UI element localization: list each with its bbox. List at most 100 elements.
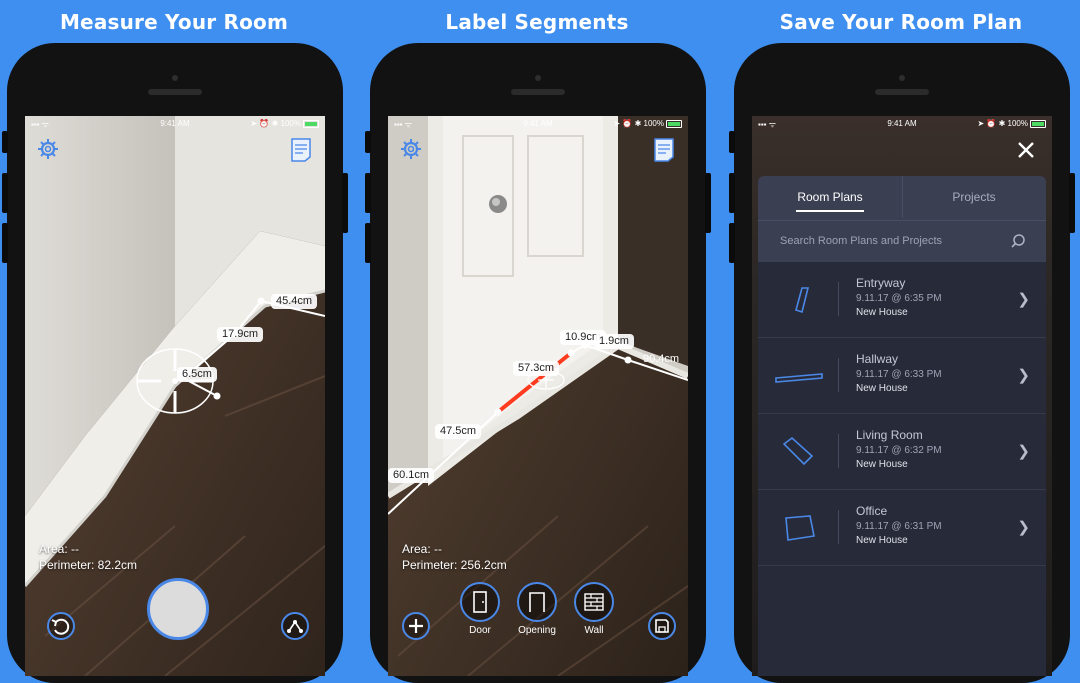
volume-down-button — [365, 223, 371, 263]
status-bar: ▪▪▪ ᯤ 9:41 AM ➤ ⏰ ✱ 100% — [388, 116, 688, 130]
battery-percent: 100% — [643, 119, 664, 128]
notes-icon[interactable] — [291, 138, 311, 167]
plan-location: New House — [856, 459, 908, 470]
tab-projects[interactable]: Projects — [902, 176, 1046, 218]
status-bar: ▪▪▪ ᯤ 9:41 AM ➤ ⏰ ✱ 100% — [752, 116, 1052, 130]
plan-name: Living Room — [856, 428, 923, 442]
segment-label-5[interactable]: 47.5cm — [435, 424, 482, 439]
measure-label-3[interactable]: 6.5cm — [177, 367, 217, 382]
floorplan-thumbnail-icon — [782, 436, 814, 466]
shutter-button[interactable] — [147, 578, 209, 640]
plan-location: New House — [856, 307, 908, 318]
battery-icon — [303, 119, 319, 128]
close-icon[interactable] — [1016, 140, 1036, 165]
measure-label-2[interactable]: 17.9cm — [217, 327, 264, 342]
phone-label: ▪▪▪ ᯤ 9:41 AM ➤ ⏰ ✱ 100% 10.9cm 1.9cm 90… — [365, 43, 711, 683]
area-readout: Area: -- — [402, 542, 443, 556]
segment-label-4[interactable]: 57.3cm — [513, 361, 560, 376]
opening-tool-label: Opening — [518, 625, 556, 636]
room-plan-row-living-room[interactable]: Living Room 9.11.17 @ 6:32 PM New House … — [758, 414, 1046, 490]
earpiece — [511, 89, 565, 95]
room-plan-list: Entryway 9.11.17 @ 6:35 PM New House ❯ H… — [758, 262, 1046, 676]
mute-switch — [365, 131, 371, 153]
volume-down-button — [729, 223, 735, 263]
earpiece — [875, 89, 929, 95]
power-button — [342, 173, 348, 233]
plan-date: 9.11.17 @ 6:33 PM — [856, 369, 942, 380]
panel-title-measure: Measure Your Room — [59, 10, 289, 34]
volume-down-button — [2, 223, 8, 263]
plan-name: Hallway — [856, 352, 899, 366]
door-tool-button[interactable]: Door — [450, 582, 510, 636]
floorplan-thumbnail-icon — [785, 515, 815, 541]
volume-up-button — [365, 173, 371, 213]
battery-icon — [666, 119, 682, 128]
search-icon[interactable] — [1010, 233, 1026, 254]
room-plans-header: Room Plans Projects Search Room Plans an… — [758, 176, 1046, 262]
room-plans-screen: ▪▪▪ ᯤ 9:41 AM ➤ ⏰ ✱ 100% Room Plans Proj… — [752, 116, 1052, 676]
earpiece — [148, 89, 202, 95]
room-plan-row-hallway[interactable]: Hallway 9.11.17 @ 6:33 PM New House ❯ — [758, 338, 1046, 414]
opening-icon — [517, 582, 557, 622]
status-right: ➤ ⏰ ✱ 100% — [250, 119, 319, 128]
room-plan-row-entryway[interactable]: Entryway 9.11.17 @ 6:35 PM New House ❯ — [758, 262, 1046, 338]
tab-room-plans[interactable]: Room Plans — [758, 176, 902, 218]
row-separator — [838, 358, 839, 392]
row-separator — [838, 282, 839, 316]
perimeter-readout: Perimeter: 82.2cm — [39, 558, 138, 572]
power-button — [705, 173, 711, 233]
measure-label-1[interactable]: 45.4cm — [271, 294, 318, 309]
status-right: ➤ ⏰ ✱ 100% — [613, 119, 682, 128]
search-bar[interactable]: Search Room Plans and Projects — [758, 220, 1046, 263]
room-plan-row-office[interactable]: Office 9.11.17 @ 6:31 PM New House ❯ — [758, 490, 1046, 566]
active-tab-indicator — [796, 210, 864, 212]
front-camera — [535, 75, 541, 81]
settings-gear-icon[interactable] — [37, 138, 59, 165]
row-separator — [838, 434, 839, 468]
plan-name: Office — [856, 504, 888, 518]
status-bar: ▪▪▪ ᯤ 9:41 AM ➤ ⏰ ✱ 100% — [25, 116, 325, 130]
wall-tool-button[interactable]: Wall — [564, 582, 624, 636]
status-right: ➤ ⏰ ✱ 100% — [977, 119, 1046, 128]
chevron-right-icon: ❯ — [1017, 291, 1030, 308]
plan-date: 9.11.17 @ 6:32 PM — [856, 445, 942, 456]
segment-label-6[interactable]: 60.1cm — [388, 468, 435, 483]
notes-icon[interactable] — [654, 138, 674, 167]
row-separator — [838, 510, 839, 544]
segment-label-2[interactable]: 1.9cm — [594, 334, 634, 349]
area-readout: Area: -- — [39, 542, 80, 556]
perimeter-readout: Perimeter: 256.2cm — [402, 558, 507, 572]
volume-up-button — [729, 173, 735, 213]
panel-title-label: Label Segments — [445, 10, 629, 34]
battery-percent: 100% — [280, 119, 301, 128]
opening-tool-button[interactable]: Opening — [507, 582, 567, 636]
volume-up-button — [2, 173, 8, 213]
battery-percent: 100% — [1007, 119, 1028, 128]
plan-location: New House — [856, 383, 908, 394]
tab-room-plans-label: Room Plans — [797, 190, 863, 204]
battery-icon — [1030, 119, 1046, 128]
settings-gear-icon[interactable] — [400, 138, 422, 165]
floorplan-thumbnail-icon — [795, 287, 810, 314]
plan-location: New House — [856, 535, 908, 546]
ar-camera-view-measure[interactable]: ▪▪▪ ᯤ 9:41 AM ➤ ⏰ ✱ 100% 45.4cm 17.9cm 6… — [25, 116, 325, 676]
save-icon[interactable] — [648, 612, 676, 640]
front-camera — [899, 75, 905, 81]
floorplan-thumbnail-icon — [775, 373, 823, 383]
plan-date: 9.11.17 @ 6:31 PM — [856, 521, 942, 532]
chevron-right-icon: ❯ — [1017, 367, 1030, 384]
wall-icon — [574, 582, 614, 622]
phone-measure: ▪▪▪ ᯤ 9:41 AM ➤ ⏰ ✱ 100% 45.4cm 17.9cm 6… — [2, 43, 348, 683]
phone-save: ▪▪▪ ᯤ 9:41 AM ➤ ⏰ ✱ 100% Room Plans Proj… — [729, 43, 1075, 683]
search-input[interactable]: Search Room Plans and Projects — [780, 235, 942, 247]
panel-title-save: Save Your Room Plan — [779, 10, 1023, 34]
add-icon[interactable] — [402, 612, 430, 640]
mute-switch — [729, 131, 735, 153]
front-camera — [172, 75, 178, 81]
plan-name: Entryway — [856, 276, 906, 290]
ar-camera-view-label[interactable]: ▪▪▪ ᯤ 9:41 AM ➤ ⏰ ✱ 100% 10.9cm 1.9cm 90… — [388, 116, 688, 676]
undo-icon[interactable] — [47, 612, 75, 640]
door-icon — [460, 582, 500, 622]
segment-label-3[interactable]: 90.4cm — [638, 352, 684, 367]
graph-icon[interactable] — [281, 612, 309, 640]
